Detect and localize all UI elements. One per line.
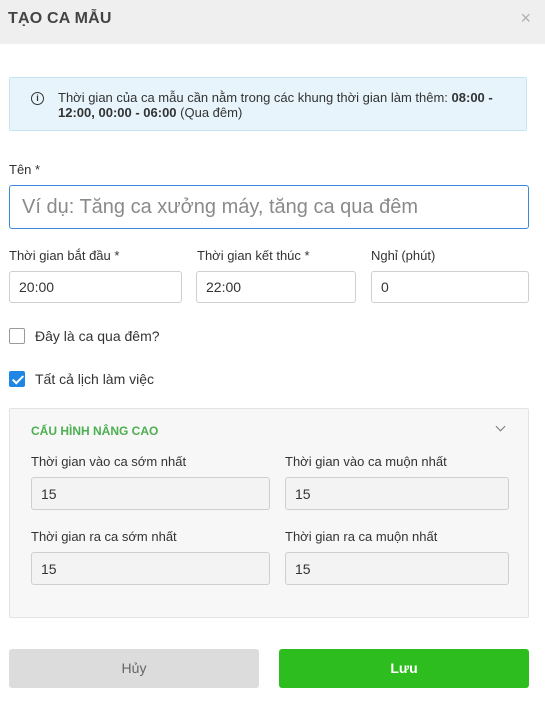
overnight-label: Đây là ca qua đêm? [35,328,160,344]
latest-in-input[interactable] [285,477,509,510]
latest-in-label: Thời gian vào ca muộn nhất [285,454,447,469]
end-time-label: Thời gian kết thúc * [197,248,310,263]
earliest-out-input[interactable] [31,552,270,585]
save-button[interactable]: Lưu [279,649,529,688]
info-text: Thời gian của ca mẫu cần nằm trong các k… [58,90,513,120]
info-range-2: 00:00 - 06:00 [98,105,177,120]
earliest-in-input[interactable] [31,477,270,510]
chevron-down-icon[interactable] [495,421,506,432]
info-notice: i Thời gian của ca mẫu cần nằm trong các… [9,77,527,131]
latest-out-label: Thời gian ra ca muộn nhất [285,529,438,544]
break-input[interactable] [371,271,529,303]
info-suffix: (Qua đêm) [176,105,243,120]
overnight-checkbox[interactable] [9,328,25,344]
close-icon[interactable]: × [520,9,531,27]
earliest-out-label: Thời gian ra ca sớm nhất [31,529,177,544]
name-input[interactable] [9,185,529,229]
break-label: Nghỉ (phút) [371,248,436,263]
all-schedules-checkbox[interactable] [9,371,25,387]
info-text-prefix: Thời gian của ca mẫu cần nằm trong các k… [58,90,452,105]
advanced-config-title[interactable]: CẤU HÌNH NÂNG CAO [31,424,158,438]
start-time-label: Thời gian bắt đầu * [9,248,120,263]
all-schedules-label: Tất cả lịch làm việc [35,371,155,387]
latest-out-input[interactable] [285,552,509,585]
info-icon: i [31,92,44,105]
dialog-header: TẠO CA MẪU × [0,0,545,44]
earliest-in-label: Thời gian vào ca sớm nhất [31,454,187,469]
dialog-title: TẠO CA MẪU [8,10,112,27]
name-label: Tên * [9,162,41,177]
cancel-button[interactable]: Hủy [9,649,259,688]
advanced-config-panel: CẤU HÌNH NÂNG CAO Thời gian vào ca sớm n… [9,408,529,618]
end-time-input[interactable] [196,271,356,303]
start-time-input[interactable] [9,271,182,303]
